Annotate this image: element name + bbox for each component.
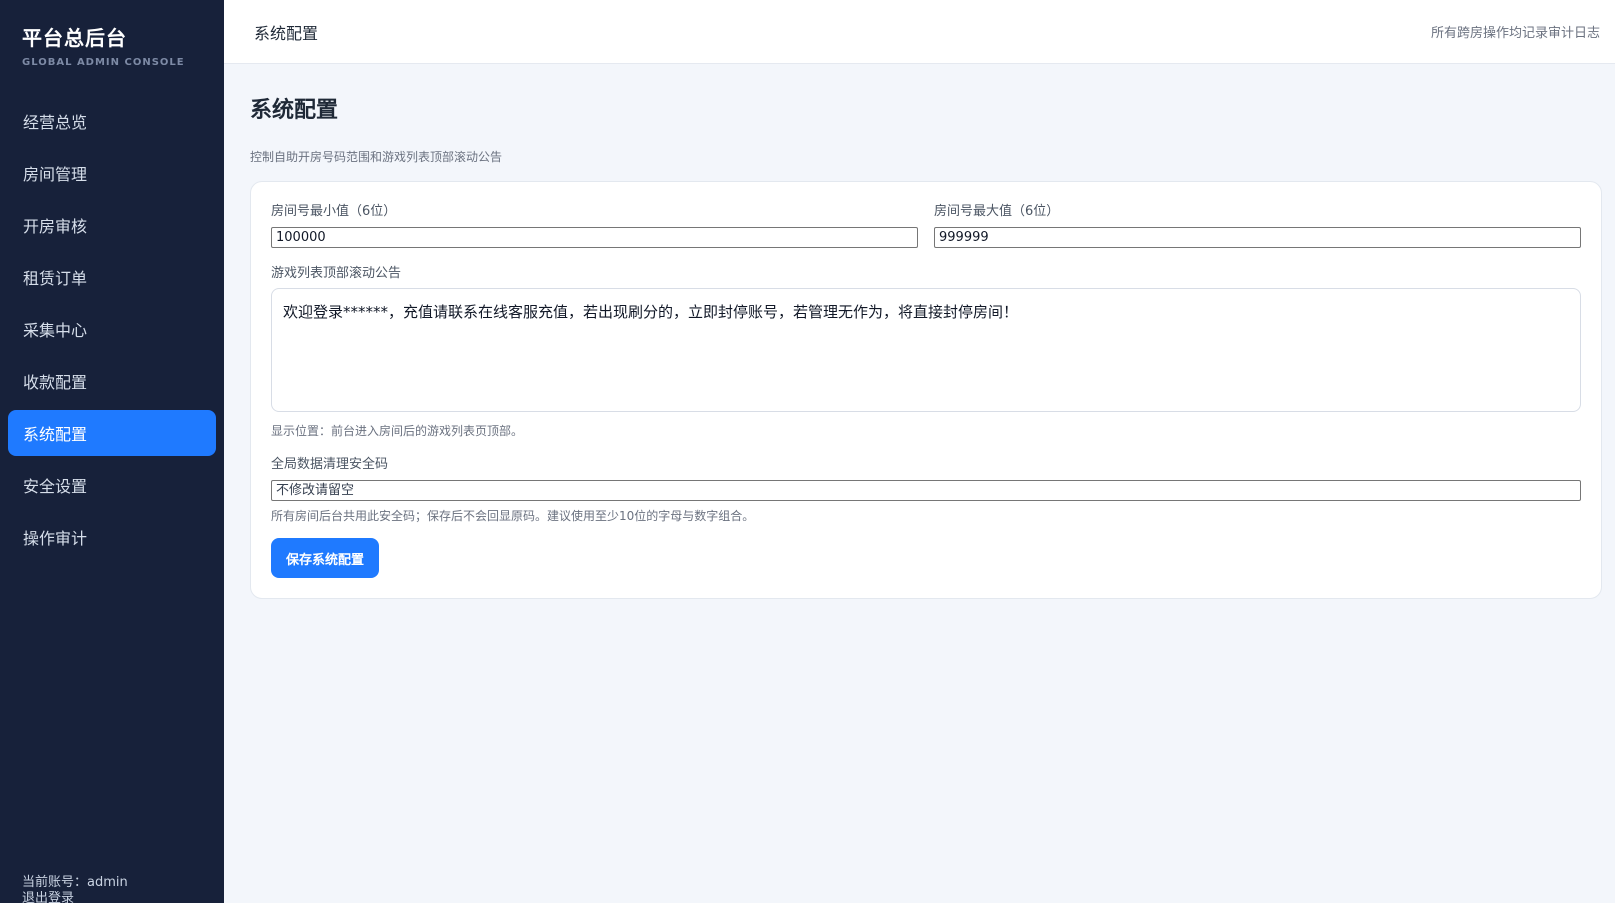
brand: 平台总后台 GLOBAL ADMIN CONSOLE xyxy=(0,0,224,84)
security-code-label: 全局数据清理安全码 xyxy=(271,457,389,472)
logout-link[interactable]: 退出登录 xyxy=(22,891,128,903)
max-field-group: 房间号最大值（6位） xyxy=(934,200,1581,248)
page-description: 控制自助开房号码范围和游戏列表顶部滚动公告 xyxy=(250,150,503,164)
min-field-group: 房间号最小值（6位） xyxy=(271,200,918,248)
content: 系统配置 控制自助开房号码范围和游戏列表顶部滚动公告 房间号最小值（6位） 房间… xyxy=(224,64,1615,599)
sidebar-item-overview[interactable]: 经营总览 xyxy=(8,98,216,144)
audit-log-link[interactable]: 所有跨房操作均记录审计日志 xyxy=(1431,22,1600,41)
main-area: 系统配置 所有跨房操作均记录审计日志 系统配置 控制自助开房号码范围和游戏列表顶… xyxy=(224,0,1615,903)
room-range-row: 房间号最小值（6位） 房间号最大值（6位） xyxy=(271,200,1581,248)
topbar-title: 系统配置 xyxy=(254,23,319,43)
sidebar-item-audit[interactable]: 操作审计 xyxy=(8,514,216,560)
brand-title: 平台总后台 xyxy=(22,26,127,50)
notice-textarea[interactable]: 欢迎登录******，充值请联系在线客服充值，若出现刷分的，立即封停账号，若管理… xyxy=(271,288,1581,412)
sidebar-item-system-config[interactable]: 系统配置 xyxy=(8,410,216,456)
security-code-hint: 所有房间后台共用此安全码；保存后不会回显原码。建议使用至少10位的字母与数字组合… xyxy=(271,509,755,523)
config-card: 房间号最小值（6位） 房间号最大值（6位） 游戏列表顶部滚动公告 欢迎登录***… xyxy=(250,181,1602,599)
sidebar-nav: 经营总览 房间管理 开房审核 租赁订单 采集中心 收款配置 系统配置 安全设置 … xyxy=(0,98,224,560)
account-info: 当前账号：admin 退出登录 xyxy=(22,875,128,903)
security-field-group: 全局数据清理安全码 所有房间后台共用此安全码；保存后不会回显原码。建议使用至少1… xyxy=(271,453,1581,524)
brand-subtitle: GLOBAL ADMIN CONSOLE xyxy=(22,57,185,68)
notice-hint: 显示位置：前台进入房间后的游戏列表页顶部。 xyxy=(271,424,524,438)
sidebar-item-rental-orders[interactable]: 租赁订单 xyxy=(8,254,216,300)
sidebar-item-room-review[interactable]: 开房审核 xyxy=(8,202,216,248)
current-account: 当前账号：admin xyxy=(22,875,128,890)
save-config-button[interactable]: 保存系统配置 xyxy=(271,538,380,578)
sidebar: 平台总后台 GLOBAL ADMIN CONSOLE 经营总览 房间管理 开房审… xyxy=(0,0,224,903)
min-room-label: 房间号最小值（6位） xyxy=(271,204,397,219)
notice-label: 游戏列表顶部滚动公告 xyxy=(271,266,402,281)
sidebar-item-security[interactable]: 安全设置 xyxy=(8,462,216,508)
app-root: 平台总后台 GLOBAL ADMIN CONSOLE 经营总览 房间管理 开房审… xyxy=(0,0,1615,903)
max-room-label: 房间号最大值（6位） xyxy=(934,204,1060,219)
sidebar-item-payment-config[interactable]: 收款配置 xyxy=(8,358,216,404)
page-title: 系统配置 xyxy=(250,98,339,123)
max-room-input[interactable] xyxy=(934,227,1581,248)
sidebar-item-collection[interactable]: 采集中心 xyxy=(8,306,216,352)
sidebar-item-rooms[interactable]: 房间管理 xyxy=(8,150,216,196)
notice-field-group: 游戏列表顶部滚动公告 欢迎登录******，充值请联系在线客服充值，若出现刷分的… xyxy=(271,262,1581,439)
min-room-input[interactable] xyxy=(271,227,918,248)
security-code-input[interactable] xyxy=(271,480,1581,501)
topbar: 系统配置 所有跨房操作均记录审计日志 xyxy=(224,0,1615,64)
